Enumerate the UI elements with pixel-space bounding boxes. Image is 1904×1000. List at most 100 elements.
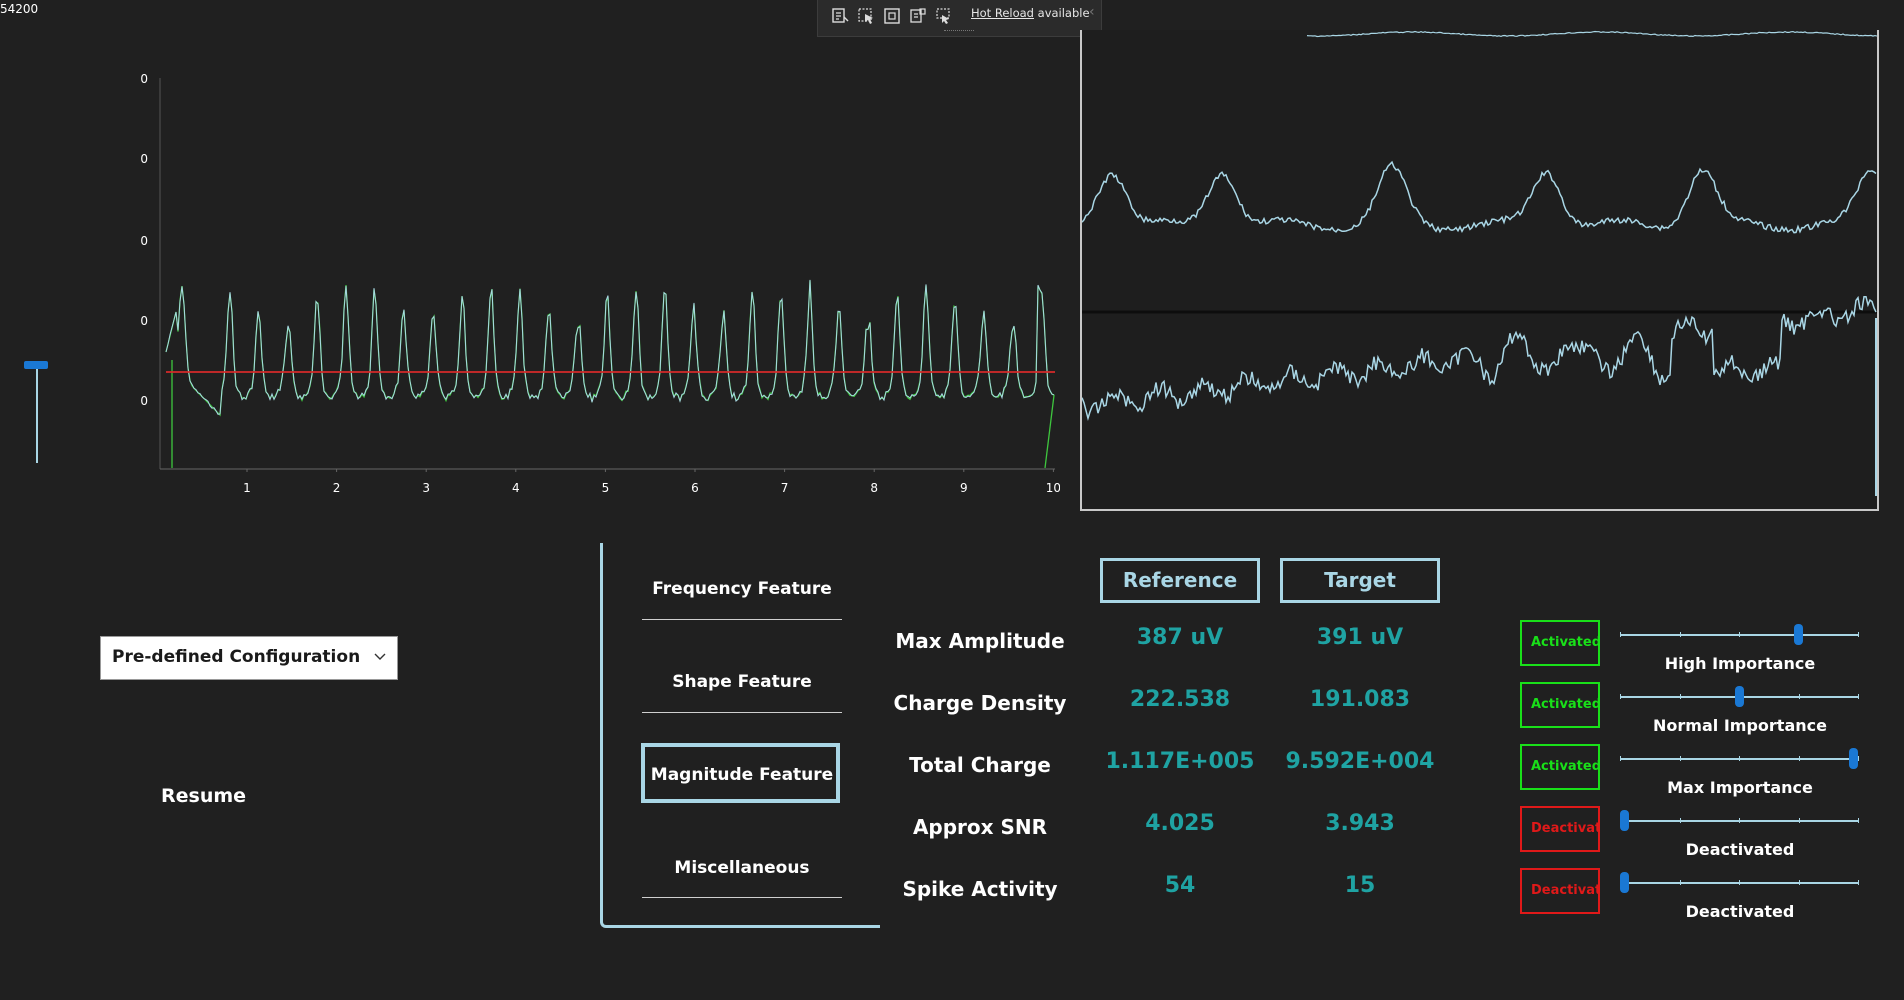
y-tick-label: 0 [140, 394, 148, 408]
live-tree-icon[interactable] [830, 6, 850, 26]
importance-label-total-charge: Max Importance [1667, 778, 1813, 797]
importance-slider-tick [1798, 880, 1800, 885]
importance-label-charge-density: Normal Importance [1653, 716, 1827, 735]
metric-label-charge-density: Charge Density [893, 691, 1067, 715]
importance-slider-tick [1739, 756, 1740, 761]
waveform-top [1306, 30, 1878, 38]
x-tick-label: 10 [1046, 481, 1060, 495]
target-header-button[interactable]: Target [1280, 558, 1440, 603]
importance-slider-tick [1679, 632, 1681, 637]
reference-value-total-charge: 1.117E+005 [1105, 749, 1255, 774]
metric-label-approx-snr: Approx SNR [912, 815, 1048, 839]
trace-line [165, 279, 1055, 415]
activation-toggle-charge-density[interactable]: Activated [1520, 682, 1600, 728]
importance-label-max-amplitude: High Importance [1664, 654, 1816, 673]
activation-toggle-max-amplitude[interactable]: Activated [1520, 620, 1600, 666]
hot-reload-link[interactable]: Hot Reload [971, 6, 1034, 20]
vertical-slider-track[interactable] [36, 366, 38, 463]
chevron-down-icon [374, 653, 386, 660]
importance-slider-tick [1739, 880, 1740, 885]
x-tick-label: 4 [512, 481, 520, 495]
importance-slider-tick [1620, 632, 1621, 637]
importance-slider-tick [1679, 694, 1681, 699]
target-value-spike-activity: 15 [1344, 873, 1376, 898]
feature-separator [642, 897, 842, 898]
y-tick-label: 0 [140, 314, 148, 328]
frame-counter: 54200 [0, 2, 39, 16]
configuration-dropdown-value: Pre-defined Configuration [112, 647, 361, 667]
activation-toggle-spike-activity[interactable]: Deactivated [1520, 868, 1600, 914]
x-tick-label: 2 [333, 481, 341, 495]
x-tick-label: 3 [422, 481, 430, 495]
activation-toggle-approx-snr[interactable]: Deactivated [1520, 806, 1600, 852]
reference-value-spike-activity: 54 [1164, 873, 1196, 898]
select-element-icon[interactable] [856, 6, 876, 26]
x-tick-label: 7 [781, 481, 789, 495]
shape-feature-tab[interactable]: Shape Feature [642, 672, 842, 692]
display-layout-adorners-icon[interactable] [882, 6, 902, 26]
metric-label-max-amplitude: Max Amplitude [895, 629, 1065, 653]
hot-reload-toolbar: Hot Reload available ‹ [817, 0, 1102, 37]
binding-failures-icon[interactable] [934, 6, 954, 26]
resume-button[interactable]: Resume [161, 785, 246, 807]
waveform-middle [1081, 160, 1877, 234]
y-tick-label: 0 [140, 234, 148, 248]
importance-slider-thumb[interactable] [1794, 624, 1804, 645]
x-tick-label: 1 [243, 481, 251, 495]
y-tick-label: 0 [140, 72, 148, 86]
importance-slider-tick [1739, 818, 1740, 823]
hot-reload-state: available [1037, 6, 1090, 20]
target-value-max-amplitude: 391 uV [1316, 625, 1404, 650]
importance-slider-thumb[interactable] [1734, 686, 1744, 707]
feature-menu: Frequency Feature Shape Feature Magnitud… [600, 543, 880, 928]
collapse-toolbar-icon[interactable]: ‹ [1089, 4, 1095, 20]
importance-slider-tick [1620, 694, 1621, 699]
importance-slider-tick [1679, 818, 1681, 823]
waveform-bottom [1081, 295, 1877, 422]
x-tick-label: 8 [870, 481, 878, 495]
reference-header-button[interactable]: Reference [1100, 558, 1260, 603]
target-value-approx-snr: 3.943 [1325, 811, 1395, 836]
toolbar-grip[interactable] [944, 30, 974, 34]
metric-label-spike-activity: Spike Activity [902, 877, 1058, 901]
waveform-stack [1081, 30, 1878, 496]
target-value-total-charge: 9.592E+004 [1285, 749, 1435, 774]
metric-label-total-charge: Total Charge [909, 753, 1051, 777]
importance-slider-tick [1858, 818, 1859, 823]
track-focused-element-icon[interactable] [908, 6, 928, 26]
miscellaneous-tab[interactable]: Miscellaneous [642, 858, 842, 878]
hot-reload-status: Hot Reload available [971, 6, 1090, 20]
frequency-feature-tab[interactable]: Frequency Feature [642, 579, 842, 599]
importance-slider-tick [1798, 818, 1800, 823]
reference-value-charge-density: 222.538 [1129, 687, 1231, 712]
importance-label-approx-snr: Deactivated [1685, 840, 1795, 859]
importance-slider-tick [1620, 756, 1621, 761]
importance-label-spike-activity: Deactivated [1685, 902, 1795, 921]
feature-separator [642, 619, 842, 620]
magnitude-feature-tab[interactable]: Magnitude Feature [642, 765, 842, 785]
reference-value-max-amplitude: 387 uV [1136, 625, 1224, 650]
target-value-charge-density: 191.083 [1309, 687, 1411, 712]
importance-slider-tick [1679, 880, 1681, 885]
y-tick-label: 0 [140, 152, 148, 166]
importance-slider-tick [1739, 632, 1740, 637]
signal-chart: 0 0 0 0 0 1 2 3 4 5 6 7 8 9 10 [140, 72, 1060, 495]
importance-slider-tick [1858, 756, 1859, 761]
x-tick-label: 6 [691, 481, 699, 495]
importance-slider-tick [1798, 756, 1800, 761]
activation-toggle-total-charge[interactable]: Activated [1520, 744, 1600, 790]
importance-slider-thumb[interactable] [1620, 810, 1629, 831]
importance-slider-thumb[interactable] [1620, 872, 1629, 893]
importance-slider-tick [1858, 694, 1859, 699]
importance-slider-tick [1679, 756, 1681, 761]
importance-slider-tick [1798, 694, 1800, 699]
waveform-panel [1080, 30, 1879, 511]
importance-slider-thumb[interactable] [1849, 748, 1858, 769]
x-tick-label: 5 [602, 481, 610, 495]
importance-slider-tick [1858, 632, 1859, 637]
vertical-slider-thumb[interactable] [24, 361, 48, 369]
x-tick-label: 9 [960, 481, 968, 495]
importance-slider-tick [1858, 880, 1859, 885]
configuration-dropdown[interactable]: Pre-defined Configuration [100, 636, 398, 680]
feature-separator [642, 712, 842, 713]
